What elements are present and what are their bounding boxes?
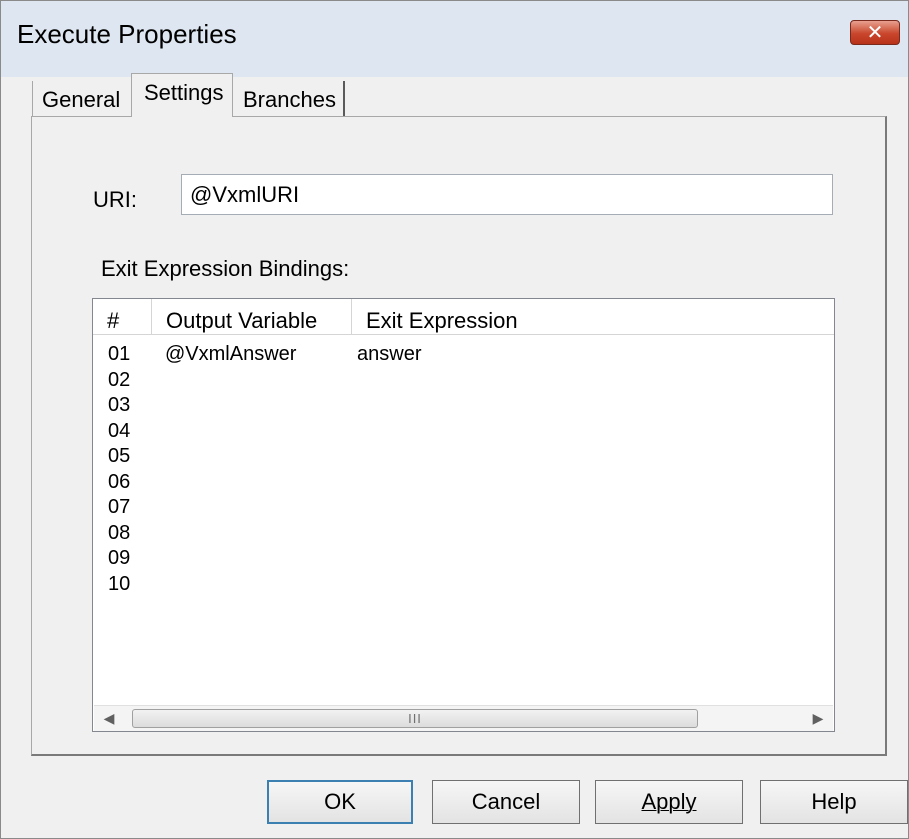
uri-label: URI:	[93, 187, 137, 212]
row-number: 03	[108, 394, 131, 416]
table-row[interactable]: 04	[93, 420, 834, 446]
column-header-exit-expression[interactable]: Exit Expression	[352, 299, 834, 334]
window-title: Execute Properties	[17, 19, 237, 49]
row-number: 05	[108, 445, 131, 467]
scroll-left-icon[interactable]: ◀	[94, 706, 124, 731]
row-output-variable: @VxmlAnswer	[165, 343, 297, 365]
table-row[interactable]: 03	[93, 394, 834, 420]
execute-properties-dialog: Execute Properties ✕ General Settings Br…	[0, 0, 909, 839]
row-number: 10	[108, 572, 131, 595]
row-number: 04	[108, 419, 131, 442]
table-row[interactable]: 01 @VxmlAnswer answer	[93, 343, 834, 369]
grip-icon: III	[408, 711, 422, 726]
help-button[interactable]: Help	[760, 780, 908, 824]
row-number: 02	[108, 368, 131, 391]
row-number: 06	[108, 470, 131, 493]
close-button[interactable]: ✕	[850, 20, 900, 45]
row-number: 07	[108, 496, 131, 518]
column-header-number[interactable]: #	[93, 299, 152, 334]
table-row[interactable]: 05	[93, 445, 834, 471]
table-row[interactable]: 09	[93, 547, 834, 573]
table-row[interactable]: 07	[93, 496, 834, 522]
horizontal-scrollbar[interactable]: ◀ III ▶	[94, 705, 833, 731]
row-number: 01	[108, 343, 131, 365]
title-bar[interactable]: Execute Properties ✕	[1, 1, 908, 77]
exit-bindings-list[interactable]: # Output Variable Exit Expression 01 @Vxm…	[92, 298, 835, 732]
apply-button[interactable]: Apply	[595, 780, 743, 824]
row-number: 08	[108, 521, 131, 544]
tab-general-label: General	[42, 87, 121, 112]
table-row[interactable]: 02	[93, 369, 834, 395]
table-row[interactable]: 08	[93, 522, 834, 548]
scroll-right-icon[interactable]: ▶	[803, 706, 833, 731]
close-icon: ✕	[866, 22, 884, 44]
tab-settings[interactable]: Settings	[131, 73, 233, 117]
tab-settings-label: Settings	[144, 80, 224, 105]
row-number: 09	[108, 547, 131, 569]
list-header: # Output Variable Exit Expression	[93, 299, 834, 335]
ok-button[interactable]: OK	[267, 780, 413, 824]
cancel-button[interactable]: Cancel	[432, 780, 580, 824]
table-row[interactable]: 06	[93, 471, 834, 497]
column-header-output-variable[interactable]: Output Variable	[152, 299, 352, 334]
tab-branches[interactable]: Branches	[233, 81, 345, 117]
tab-general[interactable]: General	[32, 81, 133, 117]
table-row[interactable]: 10	[93, 573, 834, 599]
tab-branches-label: Branches	[243, 87, 336, 112]
bindings-label: Exit Expression Bindings:	[101, 256, 350, 281]
row-exit-expression: answer	[357, 343, 422, 365]
uri-input[interactable]	[181, 174, 833, 215]
scroll-thumb[interactable]: III	[132, 709, 698, 728]
